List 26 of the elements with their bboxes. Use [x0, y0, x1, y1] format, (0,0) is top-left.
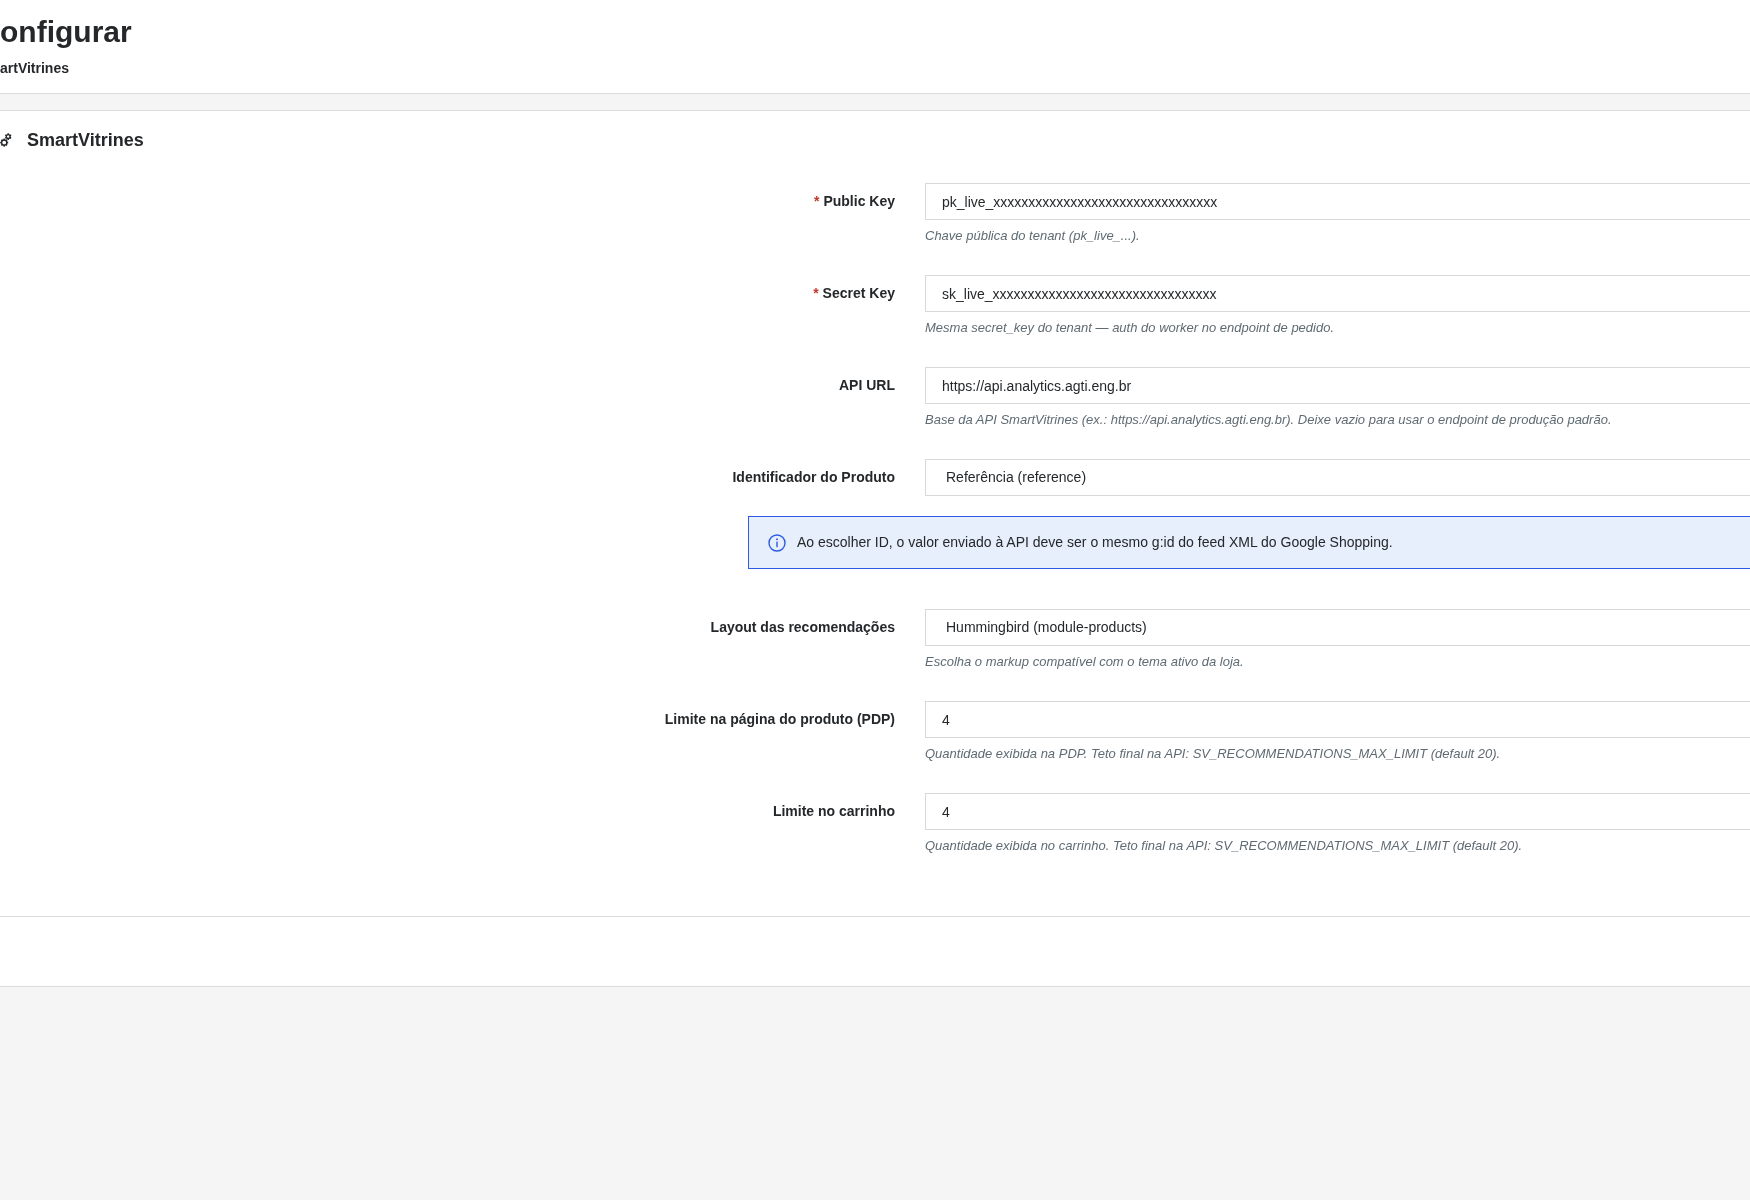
field-label: API URL: [839, 376, 895, 395]
field-label: Layout das recomendações: [710, 618, 895, 637]
select-field[interactable]: Hummingbird (module-products): [925, 609, 1750, 646]
page-subtitle: artVitrines: [0, 59, 70, 78]
panel-title: SmartVitrines: [27, 128, 144, 152]
help-text: Chave pública do tenant (pk_live_...).: [925, 227, 1141, 245]
gears-icon: [0, 133, 12, 147]
alert-text: Ao escolher ID, o valor enviado à API deve ser o mesmo g:id do feed XML do Google Shopping.: [797, 533, 1393, 552]
select-field[interactable]: Referência (reference): [925, 459, 1750, 496]
text-input[interactable]: https://api.analytics.agti.eng.br: [925, 367, 1750, 404]
field-label: Limite na página do produto (PDP): [664, 710, 895, 729]
text-input[interactable]: pk_live_xxxxxxxxxxxxxxxxxxxxxxxxxxxxxxxx: [925, 183, 1750, 220]
help-text: Base da API SmartVitrines (ex.: https://api.analytics.agti.eng.br). Deixe vazio para usar o endpoint de produção padrão.: [925, 411, 1613, 429]
field-label: * Public Key: [813, 192, 895, 211]
field-label: Identificador do Produto: [732, 468, 895, 487]
text-input[interactable]: sk_live_xxxxxxxxxxxxxxxxxxxxxxxxxxxxxxxx: [925, 275, 1750, 312]
field-label: Limite no carrinho: [772, 802, 895, 821]
help-text: Quantidade exibida na PDP. Teto final na API: SV_RECOMMENDATIONS_MAX_LIMIT (default 20).: [925, 745, 1502, 763]
text-input[interactable]: 4: [925, 793, 1750, 830]
field-label: * Secret Key: [813, 284, 895, 303]
help-text: Quantidade exibida no carrinho. Teto final na API: SV_RECOMMENDATIONS_MAX_LIMIT (default 20).: [925, 837, 1524, 855]
help-text: Mesma secret_key do tenant — auth do worker no endpoint de pedido.: [925, 319, 1336, 337]
info-icon: [768, 533, 786, 552]
help-text: Escolha o markup compatível com o tema ativo da loja.: [925, 653, 1245, 671]
text-input[interactable]: 4: [925, 701, 1750, 738]
page-title: onfigurar: [0, 14, 133, 50]
